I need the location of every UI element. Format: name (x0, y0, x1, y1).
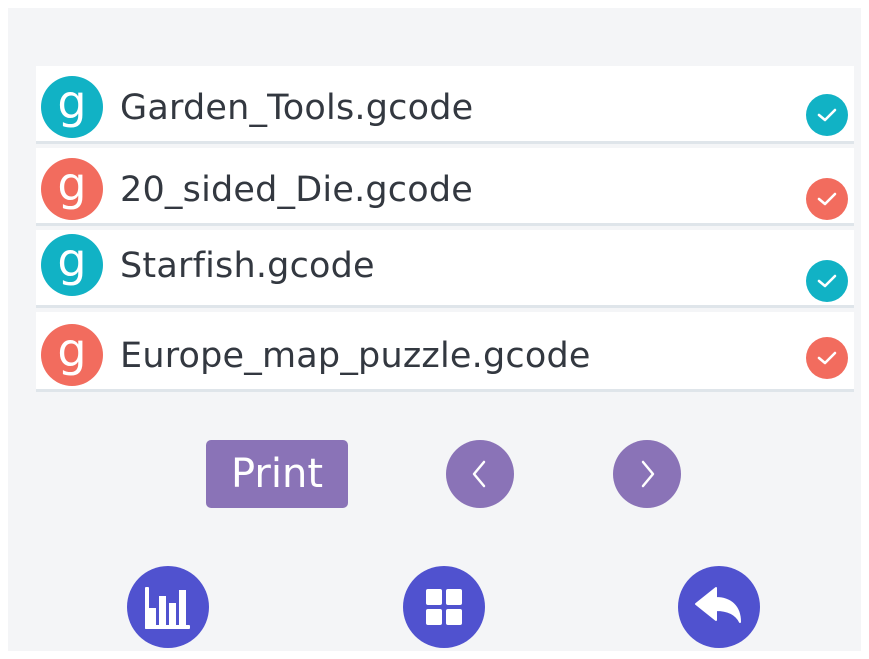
gcode-file-icon: g (41, 158, 103, 220)
check-icon (806, 94, 848, 136)
file-name: Garden_Tools.gcode (120, 88, 474, 128)
chevron-left-icon (472, 460, 486, 488)
print-button[interactable]: Print (206, 440, 348, 508)
file-row[interactable]: g Europe_map_puzzle.gcode (36, 312, 854, 392)
gcode-file-icon: g (41, 76, 103, 138)
printer-screen: g Garden_Tools.gcode g 20_sided_Die.gcod… (8, 8, 861, 651)
menu-button[interactable] (403, 566, 485, 648)
gcode-file-icon: g (41, 324, 103, 386)
bar-chart-icon (145, 587, 190, 629)
file-list: g Garden_Tools.gcode g 20_sided_Die.gcod… (36, 66, 854, 392)
previous-page-button[interactable] (446, 440, 514, 508)
file-row[interactable]: g 20_sided_Die.gcode (36, 148, 854, 226)
file-name: 20_sided_Die.gcode (120, 170, 474, 210)
check-icon (806, 337, 848, 379)
grid-icon (426, 589, 462, 625)
back-button[interactable] (678, 566, 760, 648)
check-icon (806, 178, 848, 220)
gcode-file-icon: g (41, 234, 103, 296)
stats-button[interactable] (127, 566, 209, 648)
chevron-right-icon (641, 460, 655, 488)
file-name: Europe_map_puzzle.gcode (120, 336, 591, 376)
back-arrow-icon (695, 587, 741, 623)
file-row[interactable]: g Garden_Tools.gcode (36, 66, 854, 144)
file-name: Starfish.gcode (120, 246, 375, 286)
check-icon (806, 260, 848, 302)
file-row[interactable]: g Starfish.gcode (36, 230, 854, 308)
next-page-button[interactable] (613, 440, 681, 508)
